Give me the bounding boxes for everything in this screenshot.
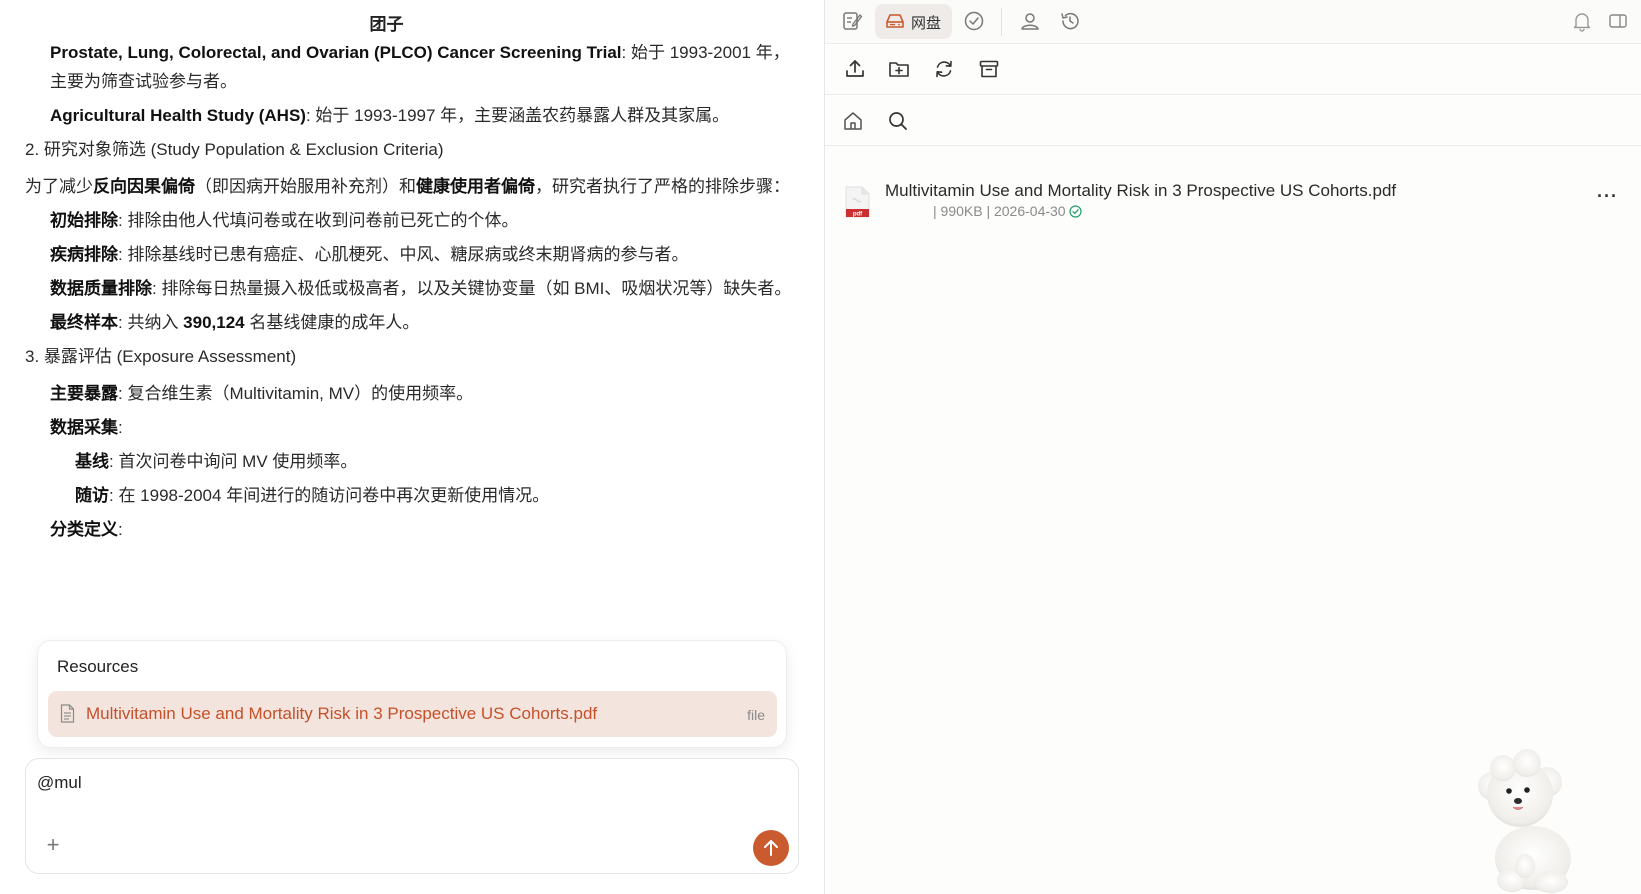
home-icon[interactable] (842, 110, 864, 132)
send-button[interactable] (753, 830, 789, 866)
cohort-ahs-name: Agricultural Health Study (AHS) (50, 106, 306, 125)
new-folder-icon[interactable] (888, 58, 910, 80)
file-toolbar (825, 45, 1641, 95)
exclusion-disease: 疾病排除: 排除基线时已患有癌症、心肌梗死、中风、糖尿病或终末期肾病的参与者。 (25, 240, 795, 269)
drive-icon (886, 14, 904, 28)
user-profile-icon[interactable] (1019, 10, 1041, 32)
intro-c: （即因病开始服用补充剂）和 (195, 177, 416, 196)
data-collection-colon: : (118, 418, 123, 437)
app-window: 团子 Prostate, Lung, Colorectal, and Ovari… (0, 0, 1641, 894)
baseline-label: 基线 (75, 452, 109, 471)
intro-bias-2: 健康使用者偏倚 (416, 177, 535, 196)
cohort-plco-text: : 始于 1993-2001 年， (621, 44, 790, 62)
final-sample: 最终样本: 共纳入 390,124 名基线健康的成年人。 (25, 308, 795, 337)
document-icon (60, 704, 75, 723)
cohort-ahs: Agricultural Health Study (AHS): 始于 1993… (25, 101, 795, 130)
history-icon[interactable] (1059, 10, 1081, 32)
data-collection-label: 数据采集 (50, 418, 118, 437)
tab-drive[interactable]: 网盘 (875, 4, 952, 39)
sidebar-toggle-icon[interactable] (1607, 10, 1629, 32)
main-exposure: 主要暴露: 复合维生素（Multivitamin, MV）的使用频率。 (25, 379, 795, 408)
resource-item[interactable]: Multivitamin Use and Mortality Risk in 3… (48, 691, 777, 737)
exclusion-quality-label: 数据质量排除 (50, 279, 152, 298)
drive-pane: 网盘 pdf Multivitamin Use and Mortality Ri… (825, 0, 1641, 894)
file-meta-text: | 990KB | 2026-04-30 (933, 203, 1066, 219)
svg-text:pdf: pdf (853, 212, 863, 218)
file-name: Multivitamin Use and Mortality Risk in 3… (885, 181, 1397, 200)
synced-check-icon (1068, 205, 1082, 218)
chat-pane: 团子 Prostate, Lung, Colorectal, and Ovari… (0, 0, 824, 894)
add-attachment-button[interactable]: + (42, 834, 64, 856)
upload-icon[interactable] (844, 58, 866, 80)
exclusion-initial: 初始排除: 排除由他人代填问卷或在收到问卷前已死亡的个体。 (25, 206, 795, 235)
file-meta: | 990KB | 2026-04-30 (933, 203, 1082, 219)
exclusion-disease-text: : 排除基线时已患有癌症、心肌梗死、中风、糖尿病或终末期肾病的参与者。 (118, 245, 689, 264)
more-options-button[interactable]: ··· (1597, 186, 1618, 207)
classification-colon: : (118, 520, 123, 539)
cohort-plco-text-2: 主要为筛查试验参与者。 (50, 72, 237, 91)
notes-icon[interactable] (841, 10, 863, 32)
data-collection: 数据采集: (25, 413, 795, 442)
exclusion-quality-text: : 排除每日热量摄入极低或极高者，以及关键协变量（如 BMI、吸烟状况等）缺失者… (152, 279, 792, 298)
dog-mascot (1478, 749, 1571, 893)
arrow-up-icon (764, 840, 778, 856)
bell-icon[interactable] (1571, 10, 1593, 32)
tab-drive-label: 网盘 (911, 15, 942, 32)
resource-name: Multivitamin Use and Mortality Risk in 3… (86, 704, 598, 723)
baseline-text: : 首次问卷中询问 MV 使用频率。 (109, 452, 358, 471)
followup-text: : 在 1998-2004 年间进行的随访问卷中再次更新使用情况。 (109, 486, 550, 505)
section-heading-2: 2. 研究对象筛选 (Study Population & Exclusion … (25, 140, 444, 159)
main-exposure-text: : 复合维生素（Multivitamin, MV）的使用频率。 (118, 384, 474, 403)
followup-item: 随访: 在 1998-2004 年间进行的随访问卷中再次更新使用情况。 (25, 481, 795, 510)
search-icon[interactable] (887, 110, 909, 132)
baseline-item: 基线: 首次问卷中询问 MV 使用频率。 (25, 447, 795, 476)
toolbar-separator (1001, 8, 1002, 36)
cohort-ahs-text: : 始于 1993-1997 年，主要涵盖农药暴露人群及其家属。 (305, 106, 730, 125)
check-circle-icon[interactable] (963, 10, 985, 32)
intro-d: ，研究者执行了严格的排除步骤： (535, 177, 790, 196)
message-input[interactable]: @mul (37, 773, 82, 793)
exclusion-intro: 为了减少反向因果偏倚（即因病开始服用补充剂）和健康使用者偏倚，研究者执行了严格的… (25, 172, 795, 201)
final-sample-text-2: 名基线健康的成年人。 (244, 313, 420, 332)
refresh-icon[interactable] (933, 58, 955, 80)
resource-type: file (747, 707, 765, 723)
resources-popup: Resources Multivitamin Use and Mortality… (37, 640, 787, 748)
final-sample-label: 最终样本 (50, 313, 118, 332)
file-list-item[interactable]: pdf Multivitamin Use and Mortality Risk … (825, 170, 1641, 232)
followup-label: 随访 (75, 486, 109, 505)
path-bar (825, 96, 1641, 146)
final-sample-count: 390,124 (183, 313, 245, 332)
exclusion-disease-label: 疾病排除 (50, 245, 118, 264)
cohort-plco-name: Prostate, Lung, Colorectal, and Ovarian … (50, 44, 622, 62)
resources-title: Resources (57, 657, 139, 676)
top-bar: 网盘 (825, 0, 1641, 44)
section-heading-3: 3. 暴露评估 (Exposure Assessment) (25, 347, 297, 366)
message-content: Prostate, Lung, Colorectal, and Ovarian … (25, 44, 795, 644)
classification: 分类定义: (25, 515, 795, 544)
message-composer[interactable]: @mul + (25, 758, 799, 874)
chat-title: 团子 (369, 15, 404, 34)
exclusion-quality: 数据质量排除: 排除每日热量摄入极低或极高者，以及关键协变量（如 BMI、吸烟状… (25, 274, 795, 303)
intro-a: 为了减少 (25, 177, 93, 196)
exclusion-initial-label: 初始排除 (50, 211, 118, 230)
main-exposure-label: 主要暴露 (50, 384, 118, 403)
exclusion-initial-text: : 排除由他人代填问卷或在收到问卷前已死亡的个体。 (118, 211, 519, 230)
classification-label: 分类定义 (50, 520, 118, 539)
intro-bias-1: 反向因果偏倚 (93, 177, 195, 196)
pdf-file-icon: pdf (845, 186, 870, 218)
archive-icon[interactable] (978, 58, 1000, 80)
cohort-plco: Prostate, Lung, Colorectal, and Ovarian … (25, 44, 795, 96)
final-sample-text-1: : 共纳入 (118, 313, 184, 332)
